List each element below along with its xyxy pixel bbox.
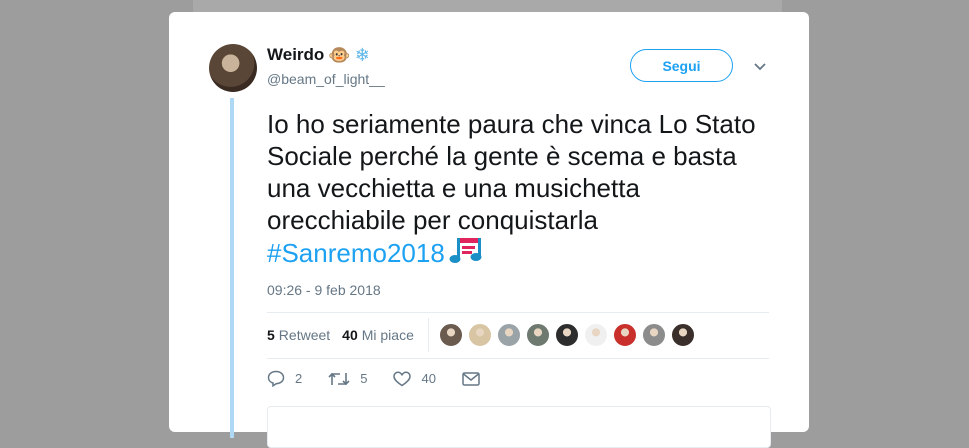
music-notes-icon (449, 238, 482, 263)
author-name[interactable]: Weirdo (267, 45, 324, 65)
reply-icon (267, 370, 285, 387)
chevron-down-icon[interactable] (753, 62, 767, 72)
reply-box[interactable] (267, 406, 771, 448)
author-name-row: Weirdo 🐵 ❄ (267, 45, 370, 65)
like-action-count: 40 (421, 371, 436, 386)
retweet-label: Retweet (278, 327, 331, 343)
like-action[interactable]: 40 (393, 371, 436, 387)
tweet-stats: 5 Retweet 40 Mi piace (267, 318, 695, 352)
liker-avatar[interactable] (525, 323, 550, 347)
snowflake-emoji-icon: ❄ (354, 45, 370, 65)
liker-avatar[interactable] (670, 323, 695, 347)
avatar[interactable] (209, 44, 257, 92)
likers-avatars (438, 323, 695, 347)
retweet-action-count: 5 (360, 371, 368, 386)
stats-separator (427, 318, 429, 352)
envelope-icon (462, 371, 480, 386)
liker-avatar[interactable] (583, 323, 608, 347)
likes-count: 40 (342, 327, 358, 343)
follow-button[interactable]: Segui (630, 49, 733, 82)
tweet-text: Io ho seriamente paura che vinca Lo Stat… (267, 108, 767, 269)
likes-stat[interactable]: 40 Mi piace (342, 327, 414, 343)
liker-avatar[interactable] (641, 323, 666, 347)
divider-bottom (267, 358, 769, 359)
message-action[interactable] (462, 371, 480, 386)
liker-avatar[interactable] (612, 323, 637, 347)
liker-avatar[interactable] (467, 323, 492, 347)
reply-action[interactable]: 2 (267, 370, 302, 387)
background-strip (193, 0, 782, 12)
liker-avatar[interactable] (496, 323, 521, 347)
monkey-emoji-icon: 🐵 (328, 45, 351, 65)
author-handle[interactable]: @beam_of_light__ (267, 71, 385, 87)
liker-avatar[interactable] (554, 323, 579, 347)
retweet-stat[interactable]: 5 Retweet (267, 327, 330, 343)
retweet-count: 5 (267, 327, 275, 343)
tweet-body: Io ho seriamente paura che vinca Lo Stat… (267, 109, 756, 235)
retweet-action[interactable]: 5 (328, 371, 367, 387)
tweet-card: Weirdo 🐵 ❄ @beam_of_light__ Segui Io ho … (169, 12, 809, 448)
tweet-timestamp[interactable]: 09:26 - 9 feb 2018 (267, 282, 381, 298)
thread-line (230, 98, 234, 438)
hashtag-link[interactable]: #Sanremo2018 (267, 238, 445, 268)
heart-icon (393, 371, 412, 386)
retweet-icon (328, 372, 350, 385)
liker-avatar[interactable] (438, 323, 463, 347)
likes-label: Mi piace (361, 327, 414, 343)
reply-count: 2 (295, 371, 303, 386)
divider-top (267, 312, 769, 313)
tweet-actions: 2 5 40 (267, 370, 506, 387)
